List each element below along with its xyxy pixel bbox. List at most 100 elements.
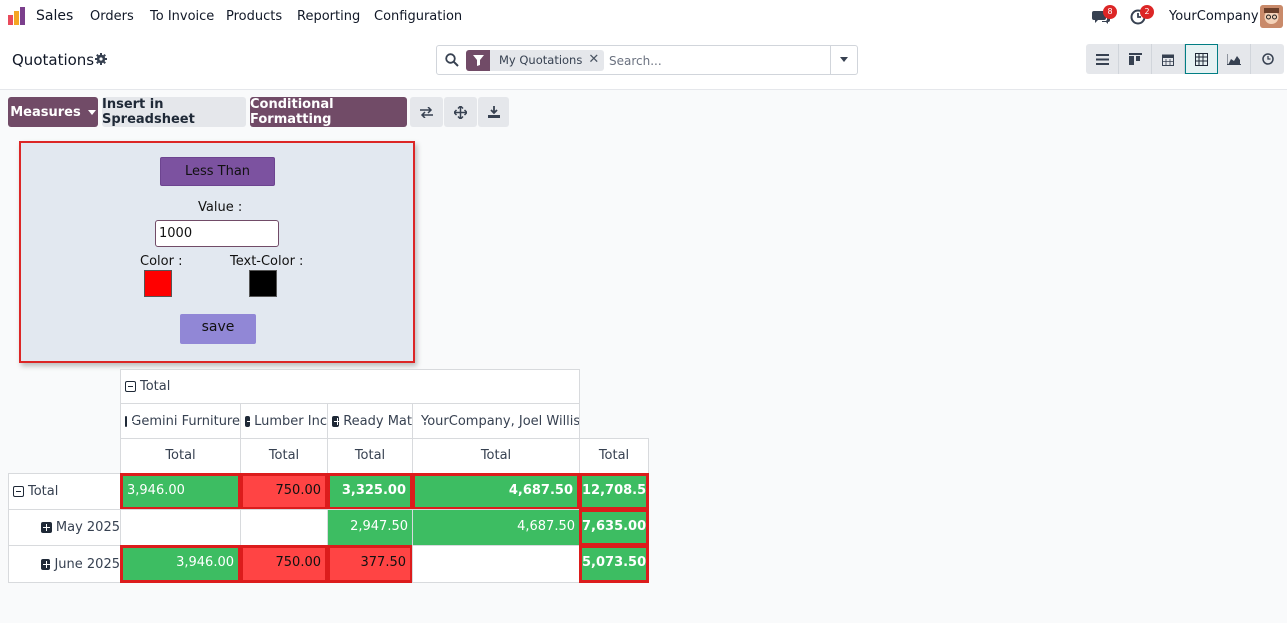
messages-button[interactable]: 8	[1092, 0, 1117, 34]
color-label: Color :	[140, 254, 183, 269]
column-header-gemini[interactable]: Gemini Furniture	[120, 403, 241, 439]
column-header-lumber[interactable]: Lumber Inc	[240, 403, 328, 439]
activities-badge: 2	[1140, 5, 1154, 19]
company-switcher[interactable]: YourCompany	[1169, 9, 1259, 24]
page-title: Quotations	[12, 51, 95, 69]
graph-view-icon	[1227, 53, 1241, 65]
menu-reporting[interactable]: Reporting	[297, 9, 360, 24]
row-label: May 2025	[55, 520, 120, 535]
list-view-button[interactable]	[1086, 44, 1119, 74]
activity-view-icon	[1261, 53, 1274, 65]
row-header-may-2025[interactable]: May 2025	[8, 509, 121, 546]
expand-icon	[332, 415, 342, 427]
search-facet: My Quotations ✕	[466, 50, 605, 71]
save-button[interactable]: save	[180, 314, 256, 344]
value-label: Value :	[198, 200, 243, 215]
column-label: Ready Mat	[343, 413, 412, 429]
measure-header[interactable]: Total	[327, 438, 413, 474]
arrows-icon	[454, 105, 467, 119]
value-input[interactable]	[155, 220, 279, 247]
pivot-total-cell[interactable]: 5,073.50	[579, 545, 649, 583]
column-label: YourCompany, Joel Willis	[421, 413, 580, 429]
column-header-yourcompany[interactable]: YourCompany, Joel Willis	[412, 403, 580, 439]
pivot-cell[interactable]: 3,325.00	[327, 473, 413, 510]
close-icon[interactable]: ✕	[588, 50, 604, 71]
pivot-cell[interactable]	[240, 509, 328, 546]
user-avatar[interactable]	[1260, 5, 1283, 28]
search-input[interactable]	[609, 51, 829, 70]
filter-icon	[466, 50, 490, 71]
search-bar: My Quotations ✕	[436, 45, 858, 75]
measure-header[interactable]: Total	[412, 438, 580, 474]
pivot-cell[interactable]	[120, 509, 241, 546]
measure-header[interactable]: Total	[120, 438, 241, 474]
activity-view-button[interactable]	[1251, 44, 1284, 74]
search-icon[interactable]	[445, 53, 459, 67]
row-label: June 2025	[54, 556, 120, 572]
expand-all-button[interactable]	[444, 97, 477, 127]
facet-label: My Quotations	[499, 53, 583, 67]
measure-header[interactable]: Total	[579, 438, 649, 474]
color-picker[interactable]	[144, 270, 172, 297]
menu-configuration[interactable]: Configuration	[374, 9, 462, 24]
gear-icon[interactable]	[95, 53, 107, 65]
caret-down-icon	[840, 57, 848, 62]
kanban-view-button[interactable]	[1119, 44, 1152, 74]
expand-icon	[41, 522, 52, 533]
pivot-view-button[interactable]	[1185, 44, 1218, 74]
row-label: Total	[28, 484, 59, 499]
menu-products[interactable]: Products	[226, 9, 282, 24]
app-name[interactable]: Sales	[36, 8, 73, 24]
flip-axis-button[interactable]	[410, 97, 443, 127]
expand-icon	[41, 558, 51, 570]
sales-app-icon[interactable]	[8, 7, 27, 26]
text-color-picker[interactable]	[249, 270, 277, 297]
pivot-total-cell[interactable]: 7,635.00	[579, 509, 649, 546]
column-group-header[interactable]: Total	[120, 369, 580, 404]
download-button[interactable]	[478, 97, 509, 127]
activities-button[interactable]: 2	[1130, 0, 1156, 34]
messages-badge: 8	[1103, 5, 1117, 19]
pivot-view-icon	[1195, 52, 1208, 66]
measure-header[interactable]: Total	[240, 438, 328, 474]
pivot-cell[interactable]: 4,687.50	[412, 473, 580, 510]
measures-button[interactable]: Measures	[8, 97, 98, 127]
collapse-icon	[125, 381, 136, 392]
menu-orders[interactable]: Orders	[90, 9, 134, 24]
view-switcher	[1086, 44, 1284, 74]
avatar-icon	[1260, 5, 1283, 28]
top-navbar: Sales Orders To Invoice Products Reporti…	[0, 0, 1287, 34]
caret-down-icon	[87, 109, 96, 115]
condition-type-button[interactable]: Less Than	[160, 157, 275, 186]
row-header-june-2025[interactable]: June 2025	[8, 545, 121, 583]
search-options-toggle[interactable]	[830, 46, 857, 74]
expand-icon	[125, 415, 136, 427]
control-panel: Quotations My Quotations ✕	[0, 34, 1287, 90]
pivot-cell[interactable]: 377.50	[327, 545, 413, 583]
list-view-icon	[1095, 53, 1109, 65]
conditional-formatting-panel: Less Than Value : Color : Text-Color : s…	[19, 141, 415, 363]
exchange-icon	[420, 106, 433, 118]
menu-to-invoice[interactable]: To Invoice	[150, 9, 214, 24]
pivot-cell[interactable]: 2,947.50	[327, 509, 413, 546]
pivot-total-cell[interactable]: 12,708.50	[579, 473, 649, 510]
row-header-total[interactable]: Total	[8, 473, 121, 510]
pivot-cell[interactable]: 3,946.00	[120, 473, 241, 510]
insert-spreadsheet-button[interactable]: Insert in Spreadsheet	[102, 97, 246, 127]
pivot-cell[interactable]: 3,946.00	[120, 545, 241, 583]
pivot-cell[interactable]: 750.00	[240, 545, 328, 583]
column-label: Gemini Furniture	[131, 413, 240, 429]
pivot-cell[interactable]: 4,687.50	[412, 509, 580, 546]
calendar-view-icon	[1162, 54, 1174, 66]
text-color-label: Text-Color :	[230, 254, 304, 269]
column-header-ready-mat[interactable]: Ready Mat	[327, 403, 413, 439]
kanban-view-icon	[1128, 53, 1142, 65]
calendar-view-button[interactable]	[1152, 44, 1185, 74]
expand-icon	[245, 415, 255, 427]
column-group-label: Total	[140, 379, 171, 394]
graph-view-button[interactable]	[1218, 44, 1251, 74]
conditional-formatting-button[interactable]: Conditional Formatting	[250, 97, 407, 127]
column-label: Lumber Inc	[254, 413, 327, 429]
pivot-cell[interactable]: 750.00	[240, 473, 328, 510]
pivot-cell[interactable]	[412, 545, 580, 583]
